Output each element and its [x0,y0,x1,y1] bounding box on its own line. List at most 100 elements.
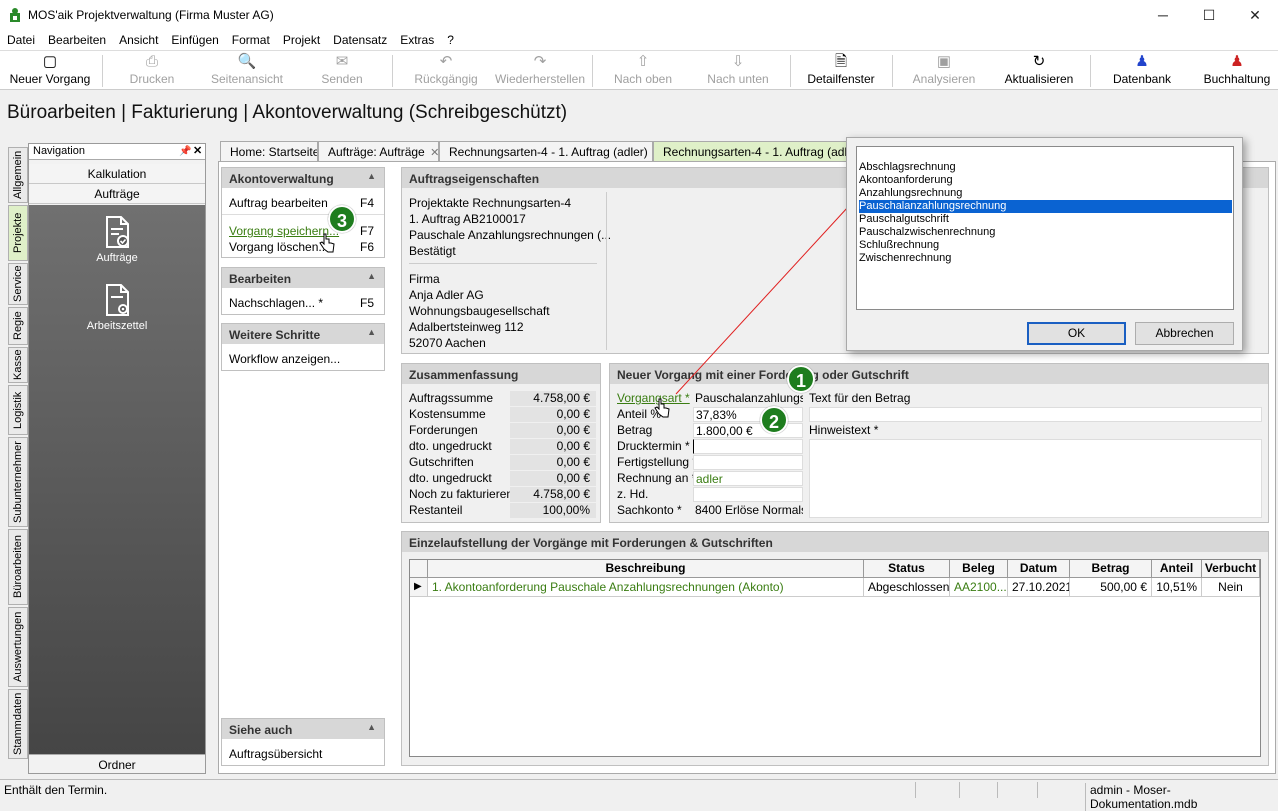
list-item-selected[interactable]: Pauschalanzahlungsrechnung [859,200,1232,213]
table-cell[interactable]: AA2100... [950,578,1008,597]
table-cell[interactable]: 10,51% [1152,578,1202,597]
menu-datensatz[interactable]: Datensatz [326,30,393,47]
task-vorgang-loeschen[interactable]: Vorgang löschen... [229,240,328,254]
vtab-auswertungen[interactable]: Auswertungen [8,607,28,687]
nav-kalkulation[interactable]: Kalkulation [29,164,205,184]
vtab-bueroarbeiten[interactable]: Büroarbeiten [8,529,28,605]
close-icon[interactable]: ✕ [430,147,438,159]
menu-datei[interactable]: Datei [0,30,41,47]
list-item[interactable]: Schlußrechnung [859,239,1232,252]
fertigstellung-label: Fertigstellung * [617,455,698,469]
table-cell[interactable]: 27.10.2021 [1008,578,1070,597]
maximize-button[interactable]: ☐ [1186,0,1232,30]
status-bar: Enthält den Termin. admin - Moser-Dokume… [0,779,1278,811]
column-header[interactable]: Status [864,560,950,578]
collapse-icon[interactable]: ▲ [367,722,376,732]
menu-help[interactable]: ? [440,30,460,47]
vtab-subunternehmer[interactable]: Subunternehmer [8,437,28,527]
vtab-kasse[interactable]: Kasse [8,347,28,383]
list-item[interactable]: Akontoanforderung [859,174,1232,187]
vtab-logistik[interactable]: Logistik [8,385,28,435]
close-button[interactable]: ✕ [1232,0,1278,30]
rechnung-an-field[interactable]: adler [693,471,803,486]
prop-line: Adalbertsteinweg 112 [409,320,524,334]
vtab-stammdaten[interactable]: Stammdaten [8,689,28,759]
table-cell[interactable]: 1. Akontoanforderung Pauschale Anzahlung… [428,578,864,597]
column-header[interactable]: Betrag [1070,560,1152,578]
redo-button[interactable]: ↷ Wiederherstellen [494,51,586,91]
send-button[interactable]: ✉ Senden [306,51,378,91]
accounting-button[interactable]: ♟ Buchhaltung [1198,51,1276,91]
invoice-type-list[interactable]: Abschlagsrechnung Akontoanforderung Anza… [856,146,1234,310]
hint-textarea[interactable] [809,439,1262,518]
collapse-icon[interactable]: ▲ [367,327,376,337]
nav-item-auftraege[interactable]: Aufträge [29,215,205,264]
drucktermin-field[interactable] [693,439,803,454]
task-workflow-anzeigen[interactable]: Workflow anzeigen... [229,352,340,366]
column-header[interactable]: Beschreibung [428,560,864,578]
vtab-regie[interactable]: Regie [8,307,28,345]
summary-label: Kostensumme [409,407,486,421]
vtab-service[interactable]: Service [8,263,28,305]
fertigstellung-field[interactable] [693,455,803,470]
task-auftragsuebersicht[interactable]: Auftragsübersicht [229,747,322,761]
menu-extras[interactable]: Extras [393,30,440,47]
column-header[interactable]: Beleg [950,560,1008,578]
nav-auftraege[interactable]: Aufträge [29,184,205,204]
table-cell[interactable]: Nein [1202,578,1260,597]
list-item[interactable]: Pauschalzwischenrechnung [859,226,1232,239]
nav-ordner[interactable]: Ordner [29,754,205,774]
summary-value: 100,00% [510,503,596,518]
page-view-button[interactable]: 🔍 Seitenansicht [206,51,288,91]
list-item[interactable]: Abschlagsrechnung [859,161,1232,174]
new-process-button[interactable]: ▢ Neuer Vorgang [4,51,96,91]
sachkonto-field[interactable]: 8400 Erlöse Normalste [693,503,803,518]
column-header[interactable]: Datum [1008,560,1070,578]
collapse-icon[interactable]: ▲ [367,171,376,181]
tab-auftraege[interactable]: Aufträge: Aufträge ✕ [318,141,439,161]
tab-rechnungsarten[interactable]: Rechnungsarten-4 - 1. Auftrag (adler) ✕ [439,141,653,161]
status-segment [959,782,997,798]
menu-einfuegen[interactable]: Einfügen [164,30,224,47]
row-marker-icon[interactable]: ▶ [410,578,428,597]
list-item[interactable]: Zwischenrechnung [859,252,1232,265]
vorgangsart-field[interactable]: Pauschalanzahlungsre [693,391,803,406]
list-item[interactable]: Pauschalgutschrift [859,213,1232,226]
tab-home[interactable]: Home: Startseite [220,141,318,161]
menu-format[interactable]: Format [225,30,276,47]
menu-ansicht[interactable]: Ansicht [112,30,164,47]
task-auftrag-bearbeiten[interactable]: Auftrag bearbeiten [229,196,328,210]
task-nachschlagen[interactable]: Nachschlagen... * [229,296,323,310]
vtab-projekte[interactable]: Projekte [8,205,28,261]
menu-bearbeiten[interactable]: Bearbeiten [41,30,112,47]
analyze-button[interactable]: ▣ Analysieren [908,51,980,91]
print-button[interactable]: ⎙ Drucken [112,51,192,91]
database-button[interactable]: ♟ Datenbank [1106,51,1178,91]
nav-item-arbeitszettel[interactable]: Arbeitszettel [29,283,205,332]
move-up-button[interactable]: ⇧ Nach oben [608,51,678,91]
refresh-button[interactable]: ↻ Aktualisieren [1000,51,1078,91]
minimize-button[interactable]: ─ [1140,0,1186,30]
column-header[interactable]: Anteil [1152,560,1202,578]
toolbar: ▢ Neuer Vorgang ⎙ Drucken 🔍 Seitenansicht ✉… [0,50,1278,90]
pin-icon[interactable]: 📌 [179,144,191,159]
close-icon[interactable]: ✕ [193,144,202,159]
vtab-allgemein[interactable]: Allgemein [8,147,28,203]
redo-icon: ↷ [533,53,547,70]
detail-window-button[interactable]: 🗎 Detailfenster [802,51,880,91]
table-cell[interactable]: 500,00 € [1070,578,1152,597]
menu-projekt[interactable]: Projekt [276,30,326,47]
status-segment [997,782,1037,798]
prop-line: Projektakte Rechnungsarten-4 [409,196,572,210]
tab-rechnungsarten-active[interactable]: Rechnungsarten-4 - 1. Auftrag (adler) [653,141,847,161]
ok-button[interactable]: OK [1027,322,1126,345]
undo-button[interactable]: ↶ Rückgängig [408,51,484,91]
collapse-icon[interactable]: ▲ [367,271,376,281]
zhd-field[interactable] [693,487,803,502]
column-header[interactable]: Verbucht [1202,560,1260,578]
table-cell[interactable]: Abgeschlossen [864,578,950,597]
move-down-button[interactable]: ⇩ Nach unten [700,51,776,91]
cancel-button[interactable]: Abbrechen [1135,322,1234,345]
list-item[interactable]: Anzahlungsrechnung [859,187,1232,200]
text-field[interactable] [809,407,1262,422]
